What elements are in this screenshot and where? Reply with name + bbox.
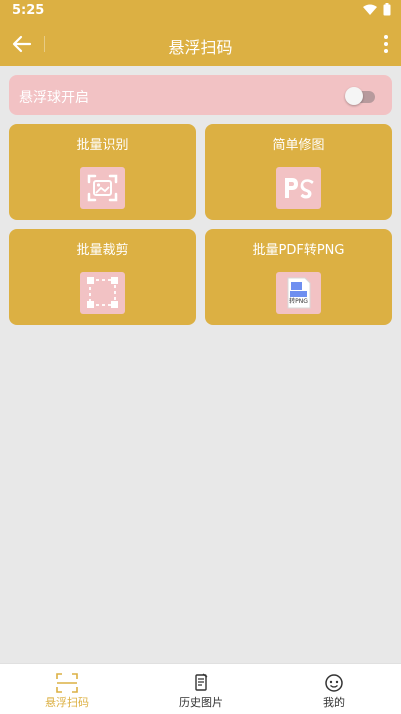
floating-ball-switch[interactable] [345,87,375,105]
history-icon [195,673,208,691]
image-scan-icon [80,167,125,209]
status-icons [363,3,391,16]
status-bar: 5:25 [0,0,401,22]
floating-ball-label: 悬浮球开启 [19,90,89,106]
app-bar: 悬浮扫码 [0,22,401,66]
status-time: 5:25 [12,3,45,18]
nav-item-profile[interactable]: 我的 [267,664,401,714]
card-label: 批量PDF转PNG [252,243,345,258]
battery-icon [383,3,391,16]
ps-icon [276,167,321,209]
floating-ball-toggle-row: 悬浮球开启 [9,75,392,115]
page-title: 悬浮扫码 [168,38,233,57]
switch-thumb [345,87,363,105]
wifi-icon [363,4,377,15]
pdf-to-png-icon: 转PNG [276,272,321,314]
crop-icon [80,272,125,314]
nav-label: 悬浮扫码 [45,696,89,709]
card-batch-recognize[interactable]: 批量识别 [9,124,196,220]
pdf-icon-text: 转PNG [289,298,308,305]
card-batch-crop[interactable]: 批量裁剪 [9,229,196,325]
card-batch-pdf-to-png[interactable]: 批量PDF转PNG 转PNG [205,229,392,325]
card-label: 简单修图 [272,138,325,153]
profile-icon [325,674,343,692]
nav-item-history[interactable]: 历史图片 [134,664,268,714]
card-simple-edit[interactable]: 简单修图 [205,124,392,220]
nav-item-float-scan[interactable]: 悬浮扫码 [0,664,134,714]
bottom-nav: 悬浮扫码 历史图片 我的 [0,663,401,714]
nav-label: 历史图片 [179,696,223,709]
nav-label: 我的 [323,696,345,709]
card-label: 批量识别 [76,138,129,153]
card-label: 批量裁剪 [76,243,129,258]
scan-icon [56,673,78,693]
more-vert-icon[interactable] [383,34,389,54]
